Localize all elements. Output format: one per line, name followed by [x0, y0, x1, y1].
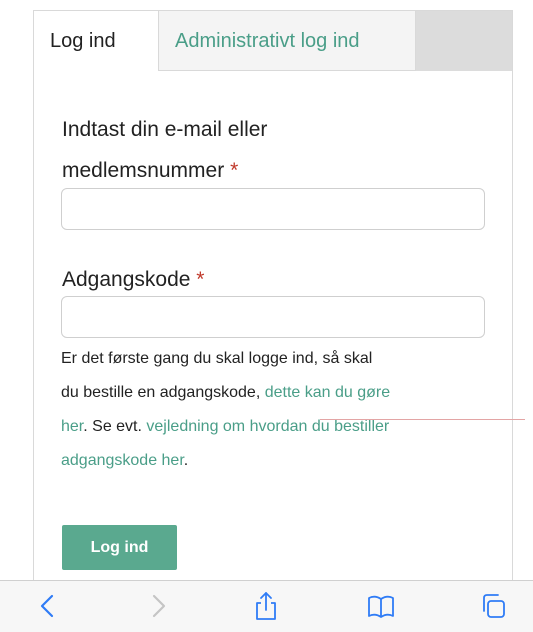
required-marker: *	[230, 159, 239, 182]
login-button[interactable]: Log ind	[62, 525, 177, 570]
email-field[interactable]	[61, 188, 485, 230]
email-label-text: medlemsnummer	[62, 159, 225, 182]
help-text-3: . Se evt.	[83, 418, 142, 435]
tabs-icon[interactable]	[478, 591, 508, 621]
help-text: Er det første gang du skal logge ind, så…	[61, 342, 501, 478]
help-line-4: adgangskode her.	[61, 444, 501, 478]
forward-icon[interactable]	[143, 591, 173, 621]
password-field[interactable]	[61, 296, 485, 338]
tab-bar: Log ind Administrativt log ind	[34, 10, 512, 71]
back-icon[interactable]	[33, 591, 63, 621]
help-line-2: du bestille en adgangskode, dette kan du…	[61, 376, 501, 410]
help-line-3: her. Se evt. vejledning om hvordan du be…	[61, 410, 501, 444]
annotation-line	[320, 419, 525, 420]
tab-admin-login[interactable]: Administrativt log ind	[158, 11, 416, 71]
order-password-link-here[interactable]: her	[61, 418, 83, 435]
help-text-4: .	[183, 452, 189, 469]
guide-link-cont[interactable]: adgangskode her	[61, 452, 184, 469]
guide-link[interactable]: vejledning om hvordan du bestiller	[146, 418, 389, 435]
required-marker: *	[196, 268, 205, 291]
email-label: medlemsnummer *	[62, 153, 238, 189]
help-text-2: du bestille en adgangskode,	[61, 384, 261, 401]
help-line-1: Er det første gang du skal logge ind, så…	[61, 350, 373, 367]
password-label: Adgangskode *	[62, 262, 204, 298]
password-label-text: Adgangskode	[62, 268, 191, 291]
order-password-link[interactable]: dette kan du gøre	[265, 384, 390, 401]
email-label-line1: Indtast din e-mail eller	[62, 118, 268, 141]
tab-login[interactable]: Log ind	[34, 11, 158, 71]
bookmarks-icon[interactable]	[366, 591, 396, 621]
browser-toolbar	[0, 580, 533, 632]
share-icon[interactable]	[251, 591, 281, 621]
login-panel: Log ind Administrativt log ind Indtast d…	[33, 10, 513, 580]
